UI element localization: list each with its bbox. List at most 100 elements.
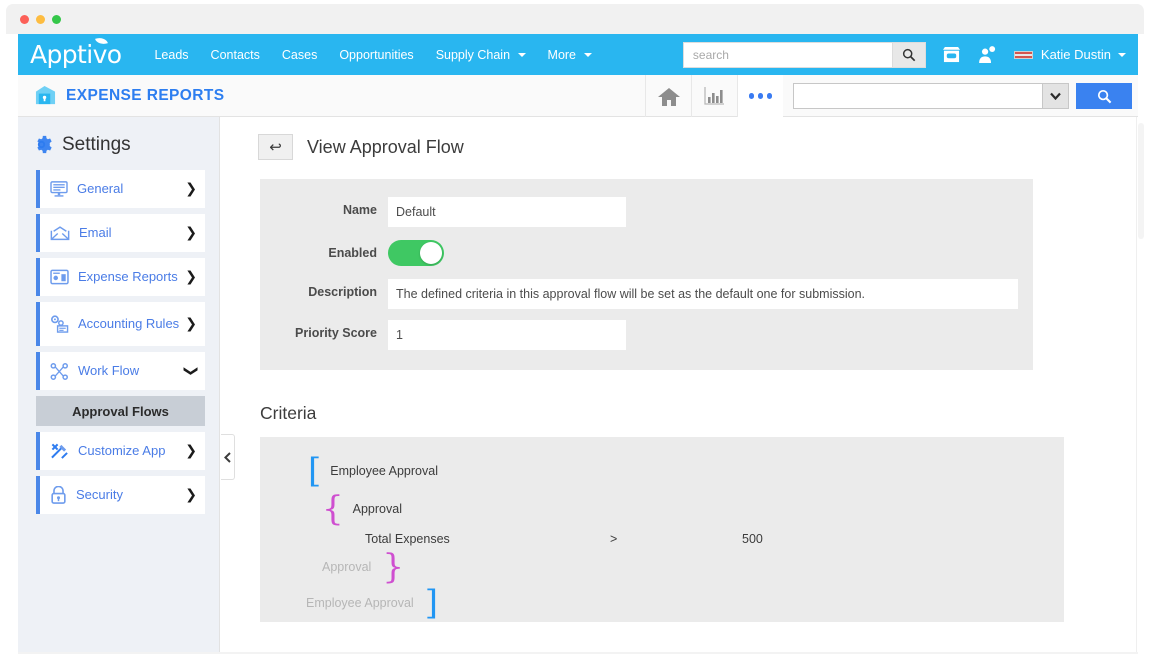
sidebar-item-label: Accounting Rules (78, 317, 185, 332)
gear-icon (30, 133, 53, 156)
sidebar-menu: General ❯ Email ❯ Expense (18, 170, 219, 514)
sidebar-item-security[interactable]: Security ❯ (36, 476, 205, 514)
sidebar-item-work-flow[interactable]: Work Flow ❯ (36, 352, 205, 390)
criteria-brace-open: { Approval (260, 492, 1064, 526)
sidebar-item-expense-reports[interactable]: Expense Reports ❯ (36, 258, 205, 296)
chevron-down-icon: ❯ (184, 365, 198, 377)
chevron-right-icon: ❯ (185, 317, 197, 331)
chevron-left-icon (224, 452, 231, 463)
approval-flow-detail-panel: Name Default Enabled Description The def… (260, 179, 1033, 370)
sidebar-subitem-label: Approval Flows (72, 404, 169, 419)
sidebar-item-accounting-rules[interactable]: Accounting Rules ❯ (36, 302, 205, 346)
settings-sidebar: Settings General ❯ (18, 117, 220, 653)
app-search-dropdown[interactable] (1042, 83, 1069, 109)
open-brace-icon: { (322, 492, 344, 526)
nav-item-label: Supply Chain (436, 48, 510, 62)
criteria-heading: Criteria (260, 403, 1138, 424)
store-icon[interactable] (942, 46, 961, 63)
chevron-right-icon: ❯ (185, 226, 197, 240)
window-maximize-button[interactable] (52, 15, 61, 24)
field-row-enabled: Enabled (260, 238, 1033, 268)
window-titlebar (6, 4, 1144, 34)
field-label: Description (260, 279, 388, 299)
user-menu[interactable]: Katie Dustin (1014, 47, 1126, 62)
sidebar-item-approval-flows[interactable]: Approval Flows (36, 396, 205, 426)
global-search-button[interactable] (892, 43, 925, 67)
sidebar-item-customize-app[interactable]: Customize App ❯ (36, 432, 205, 470)
field-row-description: Description The defined criteria in this… (260, 279, 1033, 309)
workflow-icon (50, 363, 69, 380)
chevron-right-icon: ❯ (185, 270, 197, 284)
nav-item-label: Cases (282, 48, 317, 62)
sidebar-title: Settings (62, 134, 131, 156)
nav-item-opportunities[interactable]: Opportunities (328, 43, 424, 67)
nav-item-label: More (548, 48, 576, 62)
name-field-value[interactable]: Default (388, 197, 626, 227)
window-bottom-edge (18, 652, 1138, 654)
sidebar-item-general[interactable]: General ❯ (36, 170, 205, 208)
field-label: Name (260, 197, 388, 217)
enabled-toggle[interactable] (388, 240, 444, 266)
app-search-button[interactable] (1076, 83, 1132, 109)
criteria-group-label: Employee Approval (330, 464, 438, 478)
field-row-priority-score: Priority Score 1 (260, 320, 1033, 350)
more-dots-icon[interactable] (737, 75, 783, 117)
page-app-title: EXPENSE REPORTS (66, 87, 224, 105)
nav-item-leads[interactable]: Leads (143, 43, 199, 67)
lock-icon (50, 486, 67, 504)
window-close-button[interactable] (20, 15, 29, 24)
nav-item-supply-chain[interactable]: Supply Chain (425, 43, 537, 67)
sidebar-item-label: Work Flow (78, 364, 185, 379)
condition-value: 500 (742, 532, 763, 546)
criteria-brace-label: Approval (353, 502, 402, 516)
sidebar-item-label: General (77, 182, 185, 197)
global-search (683, 42, 926, 68)
nav-item-label: Leads (154, 48, 188, 62)
chevron-right-icon: ❯ (185, 488, 197, 502)
nav-item-more[interactable]: More (537, 43, 603, 67)
field-row-name: Name Default (260, 197, 1033, 227)
report-icon (50, 269, 69, 285)
app-toolbar-tools (645, 75, 1132, 117)
sidebar-item-email[interactable]: Email ❯ (36, 214, 205, 252)
user-name-label: Katie Dustin (1041, 47, 1111, 62)
sidebar-item-label: Expense Reports (78, 270, 185, 285)
wallet-icon (34, 85, 57, 106)
toggle-knob (420, 242, 442, 264)
condition-operator: > (610, 532, 742, 546)
chevron-right-icon: ❯ (185, 182, 197, 196)
page-title: View Approval Flow (307, 137, 464, 158)
chevron-down-icon (1050, 92, 1061, 100)
app-identity: EXPENSE REPORTS (34, 85, 224, 106)
sidebar-item-label: Email (79, 226, 185, 241)
brand-text: Apptivo (30, 40, 121, 69)
window-minimize-button[interactable] (36, 15, 45, 24)
home-icon[interactable] (645, 75, 691, 117)
criteria-panel: [ Employee Approval { Approval Total Exp… (260, 437, 1064, 622)
condition-field-label: Total Expenses (365, 532, 610, 546)
priority-score-field-value[interactable]: 1 (388, 320, 626, 350)
nav-item-cases[interactable]: Cases (271, 43, 328, 67)
vertical-scrollbar-thumb[interactable] (1138, 123, 1144, 239)
back-button[interactable]: ↩ (258, 134, 293, 160)
sidebar-item-label: Customize App (78, 444, 185, 459)
back-arrow-icon: ↩ (269, 140, 282, 155)
nav-item-label: Contacts (211, 48, 260, 62)
primary-nav-items: Leads Contacts Cases Opportunities Suppl… (143, 43, 602, 67)
sidebar-collapse-handle[interactable] (221, 434, 235, 480)
chevron-down-icon (518, 53, 526, 57)
description-field-value[interactable]: The defined criteria in this approval fl… (388, 279, 1018, 309)
user-badge-icon[interactable] (977, 46, 996, 64)
apptivo-logo[interactable]: Apptivo (30, 40, 121, 69)
nav-item-label: Opportunities (339, 48, 413, 62)
app-toolbar: EXPENSE REPORTS (18, 75, 1138, 117)
field-label: Priority Score (260, 320, 388, 340)
gears-doc-icon (50, 315, 69, 333)
app-search-input[interactable] (793, 83, 1042, 109)
global-search-input[interactable] (684, 43, 892, 67)
window-controls (20, 15, 61, 24)
chart-icon[interactable] (691, 75, 737, 117)
nav-item-contacts[interactable]: Contacts (200, 43, 271, 67)
page-header: ↩ View Approval Flow (220, 117, 1138, 160)
close-bracket-icon: ] (425, 586, 438, 620)
